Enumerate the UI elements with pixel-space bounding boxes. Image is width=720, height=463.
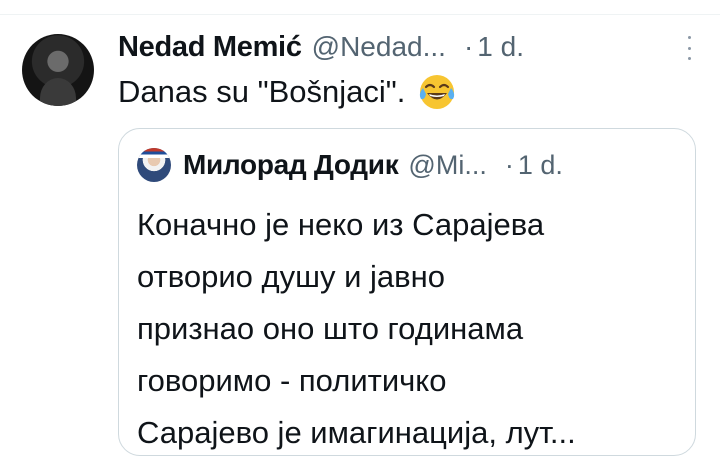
quoted-text-line: Коначно је неко из Сарајева bbox=[137, 207, 545, 242]
tweet-text-content: Danas su "Bošnjaci". bbox=[118, 74, 406, 109]
quoted-text-line: Сарајево је имагинација, лут... bbox=[137, 415, 576, 450]
quoted-text-line: отворио душу и јавно bbox=[137, 259, 445, 294]
author-avatar[interactable] bbox=[22, 34, 94, 106]
quoted-author-handle: @Mi... bbox=[408, 149, 487, 180]
quoted-tweet-text: Коначно је неко из Сарајева отворио душу… bbox=[137, 199, 687, 459]
quoted-header-separator: · bbox=[504, 149, 514, 180]
quoted-tweet-card[interactable]: Милорад Додик @Mi... · 1 d. Коначно је н… bbox=[118, 128, 696, 456]
author-handle[interactable]: @Nedad... bbox=[312, 31, 446, 63]
tweet-text: Danas su "Bošnjaci". bbox=[118, 72, 457, 112]
quoted-text-line: говоримо - политичко bbox=[137, 363, 447, 398]
quoted-author-name: Милорад Додик bbox=[183, 149, 399, 180]
quoted-tweet-timestamp: 1 d. bbox=[517, 149, 563, 180]
quoted-tweet-header: Милорад Додик @Mi... · 1 d. bbox=[137, 145, 687, 185]
more-vertical-icon[interactable] bbox=[686, 36, 692, 60]
author-name[interactable]: Nedad Memić bbox=[118, 31, 302, 64]
face-with-tears-of-joy-icon bbox=[420, 75, 455, 109]
top-divider bbox=[0, 14, 720, 15]
quoted-author-avatar bbox=[137, 148, 171, 182]
header-separator: · bbox=[463, 31, 474, 62]
tweet-timestamp[interactable]: 1 d. bbox=[477, 31, 524, 63]
quoted-text-line: признао оно што годинама bbox=[137, 311, 524, 346]
tweet-header: Nedad Memić @Nedad... · 1 d. bbox=[118, 24, 678, 70]
